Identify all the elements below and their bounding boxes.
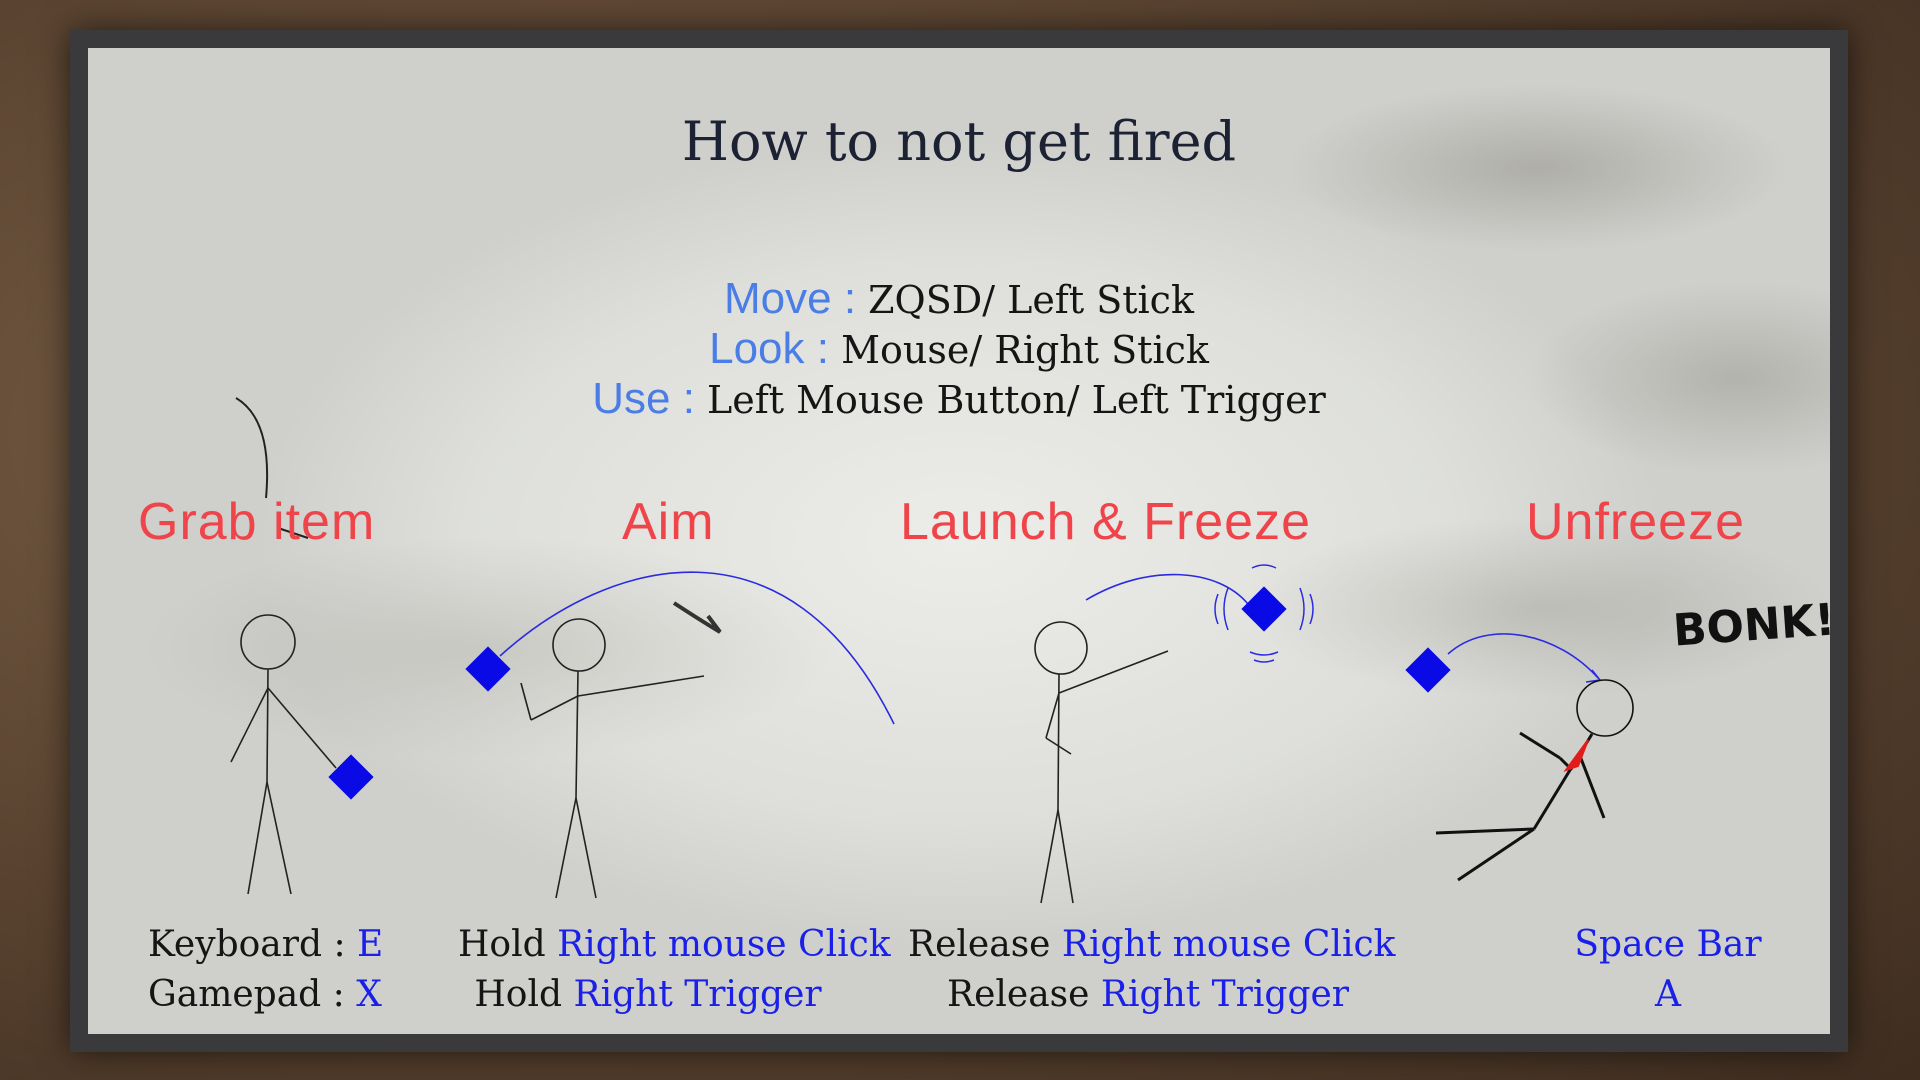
figure-launch	[1034, 621, 1169, 904]
grab-gamepad-key: X	[356, 974, 382, 1015]
aim-trajectory	[499, 571, 895, 725]
tutorial-frame: How to not get fired Move : ZQSD/ Left S…	[70, 30, 1848, 1052]
aim-gamepad-label: Hold	[474, 974, 574, 1015]
figure-head	[1576, 679, 1634, 737]
launch-gamepad-key: Right Trigger	[1100, 974, 1350, 1015]
control-move-label: Move :	[724, 274, 857, 323]
control-move: Move : ZQSD/ Left Stick	[88, 274, 1830, 325]
item-diamond	[1405, 647, 1451, 693]
figure-aim	[520, 618, 705, 899]
item-diamond-frozen	[1241, 586, 1287, 632]
unfreeze-keyboard-key: Space Bar	[1574, 924, 1762, 965]
figure-grab	[230, 614, 337, 895]
grab-keyboard-key: E	[357, 924, 384, 965]
control-use: Use : Left Mouse Button/ Left Trigger	[88, 374, 1830, 425]
aim-mouse-label: Hold	[458, 924, 558, 965]
aim-gamepad-key: Right Trigger	[573, 974, 822, 1015]
figure-head	[552, 618, 606, 672]
figure-head	[240, 614, 296, 670]
control-look-value: Mouse/ Right Stick	[841, 328, 1209, 372]
launch-mouse-key: Right mouse Click	[1061, 924, 1396, 965]
page-title: How to not get fired	[681, 110, 1237, 173]
figure-head	[1034, 621, 1088, 675]
launch-gamepad-label: Release	[946, 974, 1101, 1015]
bonk-trajectory	[1447, 633, 1599, 679]
whiteboard: How to not get fired Move : ZQSD/ Left S…	[88, 48, 1830, 1034]
control-look-label: Look :	[709, 324, 829, 373]
unfreeze-bindings: Space Bar A	[1518, 920, 1818, 1020]
heading-aim: Aim	[622, 493, 715, 551]
grab-gamepad-label: Gamepad :	[148, 974, 357, 1015]
bonk-text: BONK!	[1671, 594, 1830, 657]
aim-mouse-key: Right mouse Click	[557, 924, 891, 965]
aim-bindings: Hold Right mouse Click Hold Right Trigge…	[458, 920, 891, 1020]
scribble-mark	[672, 601, 722, 634]
control-use-value: Left Mouse Button/ Left Trigger	[707, 378, 1326, 422]
launch-mouse-label: Release	[908, 924, 1062, 965]
grab-bindings: Keyboard : E Gamepad : X	[148, 920, 383, 1020]
item-diamond	[328, 754, 374, 800]
heading-grab-item: Grab item	[138, 493, 376, 551]
heading-launch-freeze: Launch & Freeze	[900, 493, 1312, 551]
launch-bindings: Release Right mouse Click Release Right …	[908, 920, 1395, 1020]
control-move-value: ZQSD/ Left Stick	[868, 278, 1194, 322]
unfreeze-gamepad-key: A	[1655, 974, 1681, 1015]
control-use-label: Use :	[592, 374, 695, 423]
launch-trajectory	[1085, 573, 1249, 605]
heading-unfreeze: Unfreeze	[1526, 493, 1745, 551]
figure-knocked	[1435, 679, 1634, 882]
grab-keyboard-label: Keyboard :	[148, 924, 358, 965]
control-look: Look : Mouse/ Right Stick	[88, 324, 1830, 375]
